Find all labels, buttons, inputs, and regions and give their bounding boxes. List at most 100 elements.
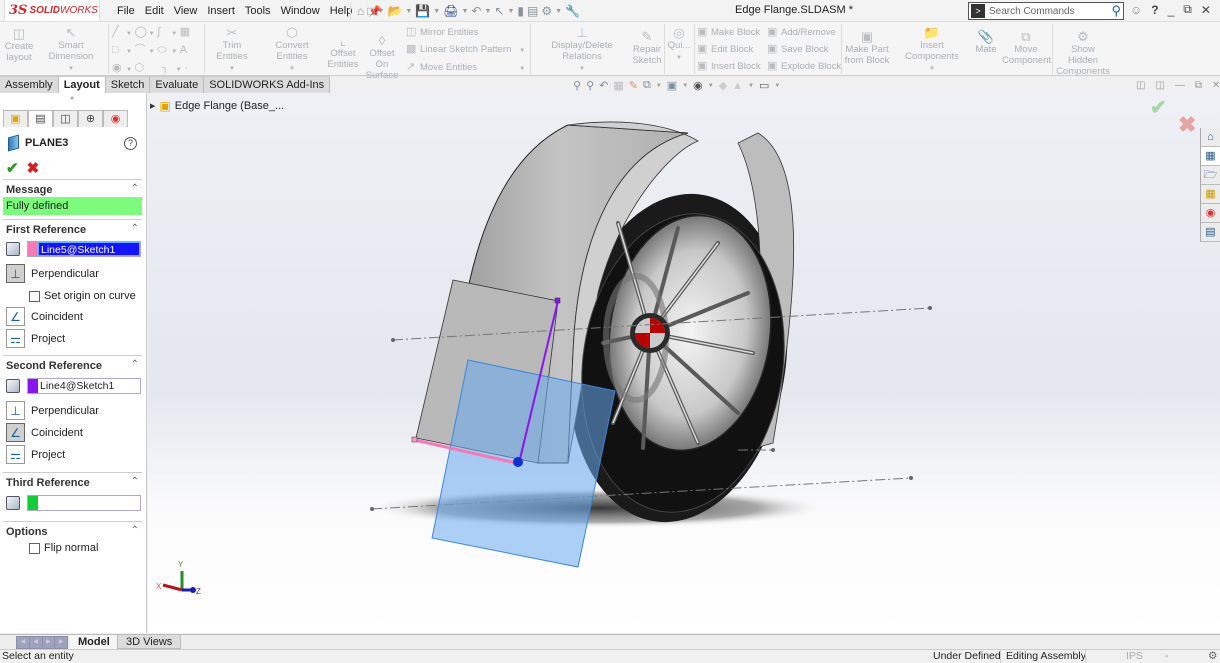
tab-assembly[interactable]: Assembly bbox=[0, 76, 59, 93]
make-block-button[interactable]: ▣ Make Block bbox=[697, 24, 761, 41]
panel-grip[interactable]: ● bbox=[70, 95, 74, 102]
confirmation-corner-cancel-icon[interactable]: ✖ bbox=[1178, 112, 1196, 138]
open-icon[interactable]: 📂 bbox=[387, 4, 402, 18]
edit-appearance-icon[interactable]: ◆ bbox=[719, 79, 727, 92]
offset-entities-button[interactable]: ⌞ Offset Entities bbox=[327, 34, 359, 71]
hide-show-items-icon[interactable]: ◉ bbox=[693, 79, 703, 92]
select-dropdown-icon[interactable]: ▼ bbox=[507, 8, 514, 15]
display-style-icon[interactable]: ▣ bbox=[667, 79, 677, 92]
slot-icon[interactable]: ◉ bbox=[112, 60, 126, 76]
units-selector[interactable]: IPS bbox=[1085, 650, 1165, 663]
linear-sketch-pattern-button[interactable]: ▩ Linear Sketch Pattern ▼ bbox=[406, 41, 525, 59]
text-icon[interactable]: A bbox=[180, 42, 194, 58]
smart-dimension-button[interactable]: ↖ Smart Dimension ▼ bbox=[37, 26, 105, 75]
mate-button[interactable]: 📎 Mate bbox=[972, 30, 1000, 56]
file-properties-icon[interactable]: ▤ bbox=[527, 4, 538, 18]
viewport-prev-icon[interactable]: ◫ bbox=[1136, 80, 1145, 91]
mirror-entities-button[interactable]: ◫ Mirror Entities bbox=[406, 24, 525, 41]
fillet-icon[interactable]: ╮ bbox=[162, 60, 176, 76]
customize-status-icon[interactable]: ⚙ bbox=[1203, 650, 1220, 663]
insert-components-button[interactable]: 📁 Insert Components ▼ bbox=[893, 26, 971, 75]
circle-icon[interactable]: ◯ bbox=[135, 24, 149, 40]
menu-edit[interactable]: Edit bbox=[140, 5, 169, 17]
cancel-x-icon[interactable]: ✖ bbox=[27, 159, 40, 177]
polygon-icon[interactable]: ⬡ bbox=[135, 60, 149, 76]
view-settings-icon[interactable]: ▭ bbox=[759, 79, 769, 92]
assembly-root-item[interactable]: Edge Flange (Base_... bbox=[175, 100, 284, 112]
next-tab-icon[interactable]: ▶ bbox=[42, 637, 55, 648]
first-ref-perpendicular-option[interactable]: ⊥ Perpendicular bbox=[6, 264, 99, 283]
repair-sketch-button[interactable]: ✎ Repair Sketch bbox=[632, 30, 662, 67]
make-part-from-block-button[interactable]: ▣ Make Part from Block bbox=[844, 30, 890, 67]
user-icon[interactable]: ☺ bbox=[1130, 3, 1142, 17]
dimxpert-manager-tab-icon[interactable]: ⊕ bbox=[78, 110, 103, 127]
help-icon[interactable]: ? bbox=[124, 137, 137, 150]
options-dropdown-icon[interactable]: ▼ bbox=[555, 8, 562, 15]
expand-arrow-icon[interactable]: ▶ bbox=[150, 102, 155, 110]
plane-origin-point[interactable] bbox=[513, 457, 523, 467]
first-reference-section-header[interactable]: First Reference ⌃ bbox=[3, 219, 142, 239]
menu-tools[interactable]: Tools bbox=[240, 5, 276, 17]
design-library-icon[interactable]: ▦ bbox=[1201, 147, 1220, 166]
display-manager-tab-icon[interactable]: ◉ bbox=[103, 110, 128, 127]
undo-dropdown-icon[interactable]: ▼ bbox=[484, 8, 491, 15]
set-origin-on-curve-checkbox[interactable]: Set origin on curve bbox=[29, 290, 136, 302]
print-dropdown-icon[interactable]: ▼ bbox=[461, 8, 468, 15]
home-icon[interactable]: ⌂ bbox=[357, 4, 364, 18]
save-dropdown-icon[interactable]: ▼ bbox=[433, 8, 440, 15]
zoom-to-fit-icon[interactable]: ⚲ bbox=[573, 79, 581, 92]
first-ref-project-option[interactable]: ⚎ Project bbox=[6, 329, 65, 348]
second-ref-perpendicular-option[interactable]: ⊥ Perpendicular bbox=[6, 401, 99, 420]
search-commands-box[interactable]: > Search Commands ⚲ bbox=[968, 2, 1124, 20]
add-remove-button[interactable]: ▣ Add/Remove bbox=[767, 24, 841, 41]
second-ref-coincident-option[interactable]: ∠ Coincident bbox=[6, 423, 83, 442]
first-reference-field[interactable]: Line5@Sketch1 bbox=[27, 241, 141, 257]
explode-block-button[interactable]: ▣ Explode Block bbox=[767, 58, 841, 75]
display-delete-relations-button[interactable]: ⊥ Display/Delete Relations ▼ bbox=[534, 26, 630, 75]
offset-on-surface-button[interactable]: ◊ Offset On Surface bbox=[362, 34, 402, 82]
ok-check-icon[interactable]: ✔ bbox=[6, 159, 19, 177]
view-orientation-icon[interactable]: ⧉ bbox=[643, 79, 651, 92]
viewport-close-icon[interactable]: ✕ bbox=[1212, 80, 1220, 91]
new-document-icon[interactable]: □ bbox=[367, 4, 374, 18]
spline-icon[interactable]: ∫ bbox=[157, 24, 171, 40]
measure-icon[interactable]: 🔧 bbox=[565, 4, 580, 18]
options-section-header[interactable]: Options ⌃ bbox=[3, 521, 142, 541]
arc-icon[interactable]: ⌒ bbox=[135, 42, 149, 58]
search-icon[interactable]: ⚲ bbox=[1111, 3, 1121, 19]
confirmation-corner-ok-icon[interactable]: ✔ bbox=[1150, 95, 1167, 120]
viewport-minimize-icon[interactable]: — bbox=[1175, 80, 1185, 91]
menu-view[interactable]: View bbox=[169, 5, 203, 17]
viewport-next-icon[interactable]: ◫ bbox=[1155, 80, 1164, 91]
last-tab-icon[interactable]: ▶ bbox=[55, 637, 67, 648]
menu-window[interactable]: Window bbox=[276, 5, 325, 17]
menu-file[interactable]: File bbox=[112, 5, 140, 17]
tab-3d-views[interactable]: 3D Views bbox=[117, 635, 182, 649]
units-dropdown[interactable]: - bbox=[1160, 650, 1174, 663]
message-section-header[interactable]: Message ⌃ bbox=[3, 179, 142, 199]
close-button[interactable]: ✕ bbox=[1201, 3, 1211, 17]
flip-normal-checkbox[interactable]: Flip normal bbox=[29, 542, 98, 554]
ellipse-icon[interactable]: ⬭ bbox=[157, 42, 171, 58]
line4-endpoint[interactable] bbox=[554, 297, 561, 304]
first-tab-icon[interactable]: ◀ bbox=[17, 637, 29, 648]
view-palette-icon[interactable]: ▦ bbox=[1201, 185, 1220, 204]
configuration-manager-tab-icon[interactable]: ◫ bbox=[53, 110, 78, 127]
save-icon[interactable]: 💾 bbox=[415, 4, 430, 18]
convert-entities-button[interactable]: ⬡ Convert Entities ▼ bbox=[260, 26, 324, 75]
new-dropdown-icon[interactable]: ▼ bbox=[378, 8, 385, 15]
custom-properties-icon[interactable]: ▤ bbox=[1201, 223, 1220, 242]
minimize-button[interactable]: _ bbox=[1168, 3, 1175, 17]
move-component-button[interactable]: ⧉ Move Component bbox=[1002, 30, 1051, 67]
select-icon[interactable]: ↖ bbox=[494, 4, 504, 18]
insert-block-button[interactable]: ▣ Insert Block bbox=[697, 58, 761, 75]
second-reference-section-header[interactable]: Second Reference ⌃ bbox=[3, 355, 142, 375]
create-layout-button[interactable]: ◫ Create layout bbox=[4, 27, 34, 64]
tab-evaluate[interactable]: Evaluate bbox=[150, 76, 205, 93]
help-icon[interactable]: ? bbox=[1151, 3, 1158, 17]
print-icon[interactable]: 🖨 bbox=[443, 4, 458, 18]
line5-endpoint[interactable] bbox=[411, 436, 418, 443]
first-ref-coincident-option[interactable]: ∠ Coincident bbox=[6, 307, 83, 326]
options-icon[interactable]: ⚙ bbox=[541, 4, 552, 18]
viewport-restore-icon[interactable]: ⧉ bbox=[1195, 80, 1202, 91]
